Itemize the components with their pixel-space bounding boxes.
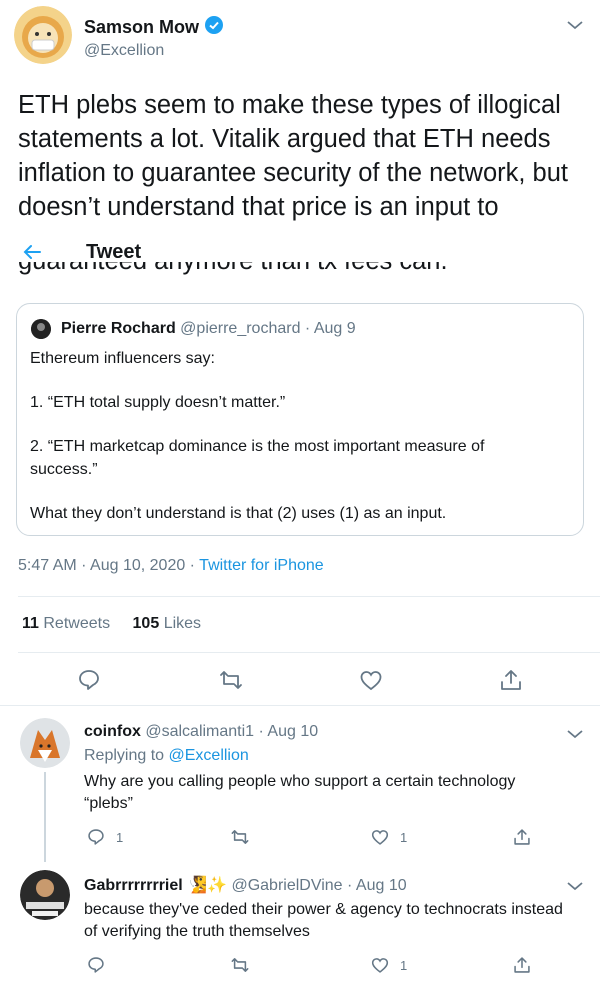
like-button[interactable] <box>358 667 384 698</box>
reply-date[interactable]: Aug 10 <box>356 877 407 894</box>
retweet-icon <box>220 671 242 689</box>
likes-stat[interactable]: 105 Likes <box>133 615 202 632</box>
share-icon <box>514 829 530 845</box>
thread-line <box>44 772 46 862</box>
replying-to-handle[interactable]: @Excellion <box>169 747 249 764</box>
like-icon <box>360 671 382 691</box>
retweets-label: Retweets <box>43 615 111 632</box>
reply-text: because they've ceded their power & agen… <box>84 901 563 940</box>
divider <box>18 596 600 597</box>
replying-to: Replying to @Excellion <box>84 747 249 765</box>
separator-dot: · <box>347 877 353 894</box>
quote-line: What they don’t understand is that (2) u… <box>30 505 447 522</box>
divider <box>18 652 600 653</box>
share-button[interactable] <box>512 955 532 980</box>
back-arrow-icon[interactable] <box>20 240 44 264</box>
quote-line: Ethereum influencers say: <box>30 350 215 367</box>
quoted-author-line: Pierre Rochard @pierre_rochard · Aug 9 <box>61 320 356 338</box>
quote-line: 1. “ETH total supply doesn’t matter.” <box>30 394 286 411</box>
like-button[interactable]: 1 <box>370 827 407 847</box>
author-avatar[interactable] <box>14 6 72 64</box>
reply-icon <box>88 957 104 973</box>
reply-avatar[interactable] <box>20 718 70 768</box>
reply-author-handle[interactable]: @GabrielDVine <box>231 877 342 894</box>
quote-line: 2. “ETH marketcap dominance is the most … <box>30 438 485 455</box>
chevron-down-icon[interactable] <box>566 879 584 897</box>
quoted-date: Aug 9 <box>313 320 356 337</box>
reply-button[interactable] <box>86 955 106 980</box>
reply-button[interactable] <box>76 667 102 698</box>
reply-avatar[interactable] <box>20 870 70 920</box>
retweet-button[interactable] <box>230 827 250 852</box>
share-icon <box>501 670 521 690</box>
timestamp-text[interactable]: 5:47 AM · Aug 10, 2020 · <box>18 557 199 574</box>
share-button[interactable] <box>512 827 532 852</box>
reply-text: Why are you calling people who support a… <box>84 773 516 812</box>
retweet-icon <box>231 830 249 844</box>
page-title: Tweet <box>86 241 142 263</box>
retweets-count: 11 <box>22 615 39 632</box>
retweets-stat[interactable]: 11 Retweets <box>22 615 110 632</box>
share-button[interactable] <box>498 667 524 698</box>
reply-icon <box>88 829 104 845</box>
tweet-stats: 11 Retweets 105 Likes <box>22 615 201 633</box>
divider <box>0 705 600 706</box>
reply-date[interactable]: Aug 10 <box>267 723 318 740</box>
quoted-author-name: Pierre Rochard <box>61 320 176 337</box>
tweet-timestamp: 5:47 AM · Aug 10, 2020 · Twitter for iPh… <box>18 557 324 575</box>
author-name[interactable]: Samson Mow <box>84 16 224 39</box>
like-button[interactable]: 1 <box>370 955 407 975</box>
retweet-button[interactable] <box>218 667 244 698</box>
replying-to-label: Replying to <box>84 747 169 764</box>
separator-dot: · <box>258 723 264 740</box>
reply-author-line: Gabrrrrrrrriel 🧏✨ @GabrielDVine · Aug 10 <box>84 875 407 895</box>
tweet-source[interactable]: Twitter for iPhone <box>199 557 324 574</box>
retweet-button[interactable] <box>230 955 250 980</box>
chevron-down-icon[interactable] <box>566 727 584 745</box>
quote-line: success.” <box>30 461 98 478</box>
verified-icon <box>205 16 224 39</box>
tweet-text: ETH plebs seem to make these types of il… <box>18 91 568 221</box>
like-count: 1 <box>400 829 408 845</box>
like-icon <box>371 958 389 973</box>
reply-author-handle[interactable]: @salcalimanti1 <box>145 723 254 740</box>
reply-author-name[interactable]: Gabrrrrrrrriel <box>84 877 183 894</box>
quoted-author-handle: @pierre_rochard <box>180 320 301 337</box>
separator-dot: · <box>304 320 311 337</box>
author-handle[interactable]: @Excellion <box>84 42 164 60</box>
like-icon <box>371 830 389 845</box>
quoted-author-avatar <box>31 319 51 339</box>
tweet-text-continued: guaranteed anymore than tx fees can. <box>18 262 590 282</box>
chevron-down-icon[interactable] <box>566 18 584 36</box>
retweet-icon <box>231 958 249 972</box>
reply-author-line: coinfox @salcalimanti1 · Aug 10 <box>84 723 318 741</box>
reply-author-emoji: 🧏✨ <box>187 877 228 894</box>
share-icon <box>514 957 530 973</box>
author-name-text[interactable]: Samson Mow <box>84 17 199 38</box>
reply-author-name[interactable]: coinfox <box>84 723 141 740</box>
quoted-tweet[interactable]: Pierre Rochard @pierre_rochard · Aug 9 E… <box>16 303 584 536</box>
like-count: 1 <box>400 957 408 973</box>
reply-count: 1 <box>116 829 124 845</box>
reply-button[interactable]: 1 <box>86 827 123 847</box>
reply-icon <box>79 670 99 690</box>
likes-count: 105 <box>132 615 160 632</box>
likes-label: Likes <box>163 615 202 632</box>
cut-line-text: guaranteed anymore than tx fees can. <box>18 262 590 278</box>
